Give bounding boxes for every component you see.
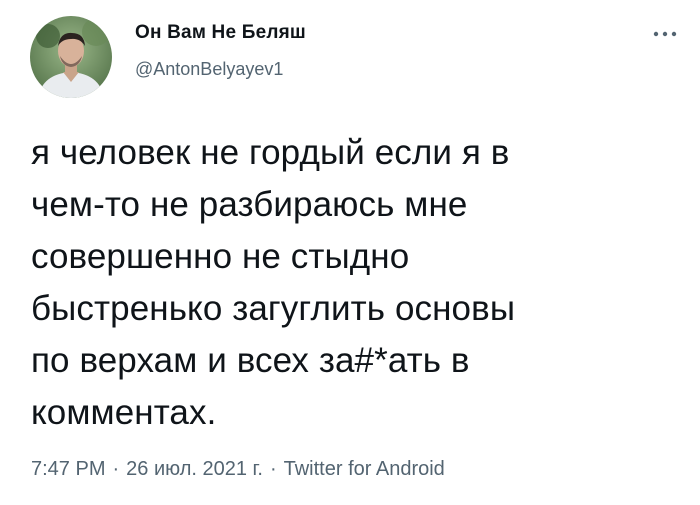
- tweet-text-line: я человек не гордый если я в: [31, 133, 510, 172]
- avatar[interactable]: [30, 16, 112, 98]
- user-photo-avatar-icon: [30, 16, 112, 98]
- tweet-text-line: совершенно не стыдно: [31, 237, 410, 276]
- tweet-text: я человек не гордый если я в чем-то не р…: [31, 127, 671, 439]
- meta-separator: ·: [269, 458, 277, 480]
- tweet-metadata: 7:47 PM · 26 июл. 2021 г. · Twitter for Andr…: [31, 458, 445, 481]
- tweet-text-line: комментах.: [31, 393, 217, 432]
- meta-separator: ·: [112, 458, 120, 480]
- tweet-text-line: быстренько загуглить основы: [31, 289, 516, 328]
- tweet-source[interactable]: Twitter for Android: [284, 458, 445, 480]
- author-display-name[interactable]: Он Вам Не Беляш: [135, 22, 306, 44]
- author-handle[interactable]: @AntonBelyayev1: [135, 59, 283, 80]
- tweet-date[interactable]: 26 июл. 2021 г.: [126, 458, 263, 480]
- tweet-card: Он Вам Не Беляш @AntonBelyayev1 я челове…: [0, 0, 700, 505]
- ellipsis-horizontal-icon[interactable]: [650, 28, 680, 40]
- tweet-text-line: по верхам и всех за#*ать в: [31, 341, 470, 380]
- tweet-text-line: чем-то не разбираюсь мне: [31, 185, 468, 224]
- tweet-time[interactable]: 7:47 PM: [31, 458, 105, 480]
